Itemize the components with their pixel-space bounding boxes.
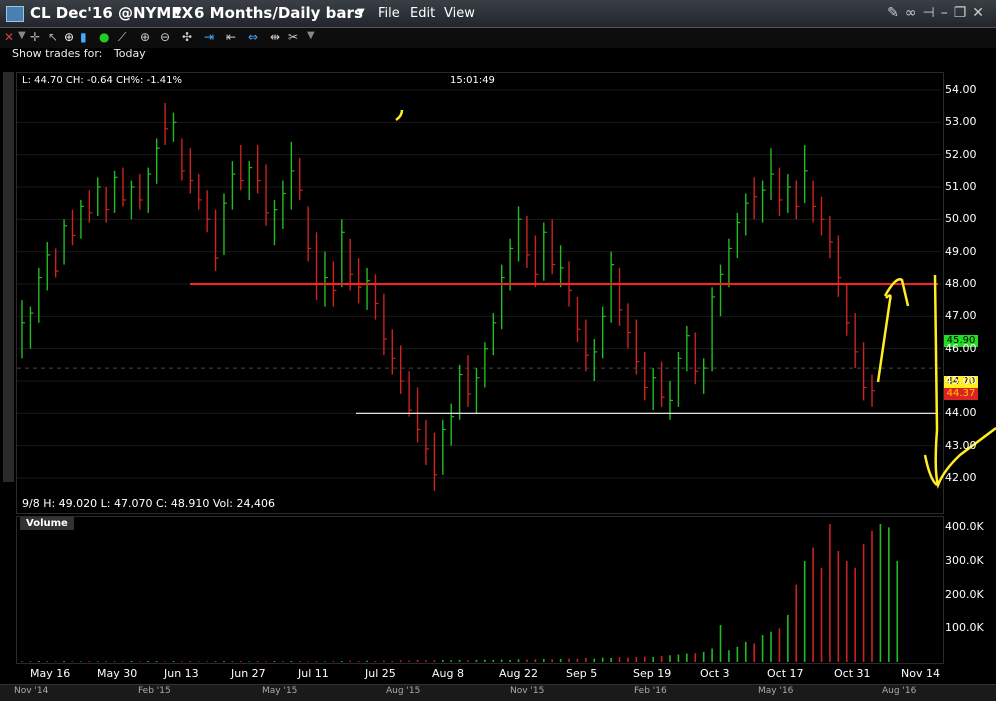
- navigator-label: May '15: [262, 686, 298, 696]
- fit-icon[interactable]: ✣: [182, 30, 192, 44]
- crosshair-move-icon[interactable]: ⊕: [64, 30, 74, 44]
- volume-label[interactable]: Volume: [20, 517, 74, 530]
- scroll-right-icon[interactable]: ⇥: [204, 30, 214, 44]
- price-axis-label: 43.00: [945, 438, 977, 452]
- date-axis-label: Jun 13: [164, 667, 199, 680]
- last-price-info: L: 44.70 CH: -0.64 CH%: -1.41%: [22, 75, 182, 86]
- volume-panel[interactable]: [16, 516, 944, 664]
- date-axis-label: Oct 31: [834, 667, 871, 680]
- show-trades-label: Show trades for:: [12, 47, 103, 60]
- link-icon[interactable]: ∞: [905, 5, 923, 21]
- date-axis-label: Sep 19: [633, 667, 672, 680]
- date-axis-label: May 30: [97, 667, 138, 680]
- navigator-label: Aug '16: [882, 686, 917, 696]
- date-axis-label: Sep 5: [566, 667, 598, 680]
- price-axis-label: 50.00: [945, 212, 977, 226]
- price-panel[interactable]: [16, 72, 944, 514]
- date-axis-label: Aug 22: [499, 667, 538, 680]
- show-trades-value[interactable]: Today: [114, 47, 146, 60]
- date-axis-label: Oct 17: [767, 667, 804, 680]
- price-axis-label: 51.00: [945, 180, 977, 193]
- menu-edit[interactable]: Edit: [410, 6, 435, 21]
- date-axis-label: Aug 8: [432, 667, 464, 680]
- draw-line-icon[interactable]: ⟋: [118, 30, 126, 45]
- zoom-out-icon[interactable]: ⊖: [160, 30, 170, 44]
- navigator-label: Nov '15: [510, 686, 545, 696]
- menu-view[interactable]: View: [444, 6, 475, 21]
- navigator-label: May '16: [758, 686, 794, 696]
- wrench-icon[interactable]: ✎: [887, 5, 905, 21]
- crosshair-icon[interactable]: ✛: [30, 30, 40, 44]
- navigator-label: Nov '14: [14, 686, 49, 696]
- navigator-label: Aug '15: [386, 686, 421, 696]
- volume-axis-label: 200.0K: [945, 587, 984, 601]
- expand-icon[interactable]: ⇔: [248, 30, 258, 44]
- volume-axis-label: 400.0K: [945, 520, 984, 534]
- compress-icon[interactable]: ⇹: [270, 30, 280, 44]
- show-trades: Show trades for: Today: [12, 47, 146, 60]
- minimize-icon[interactable]: –: [941, 5, 954, 21]
- price-tag-red: 44.37: [944, 388, 978, 400]
- date-axis-label: May 16: [30, 667, 71, 680]
- price-axis-label: 54.00: [945, 83, 977, 96]
- date-axis-label: Jul 25: [365, 667, 396, 680]
- title-bar: CL Dec'16 @NYMEX ▼ 6 Months/Daily bars ▼…: [0, 0, 996, 28]
- bar-info: 9/8 H: 49.020 L: 47.070 C: 48.910 Vol: 2…: [22, 497, 275, 510]
- scroll-left-icon[interactable]: ⇤: [226, 30, 236, 44]
- price-axis-label: 49.00: [945, 244, 977, 258]
- navigator-label: Feb '15: [138, 686, 171, 696]
- vertical-scrollbar[interactable]: [3, 72, 14, 482]
- tools-dropdown-icon[interactable]: ▼: [307, 30, 315, 41]
- pin-icon[interactable]: ⊣: [923, 5, 941, 21]
- tools-icon[interactable]: ✂: [288, 30, 298, 44]
- restore-icon[interactable]: ❐: [954, 5, 973, 21]
- price-axis-label: 53.00: [945, 115, 977, 129]
- date-axis-label: Jun 27: [231, 667, 266, 680]
- price-axis-label: 45.00: [945, 374, 977, 387]
- bar-type-icon[interactable]: ▮: [80, 30, 87, 44]
- price-axis-label: 46.00: [945, 341, 977, 355]
- volume-axis-label: 300.0K: [945, 554, 984, 568]
- price-axis-label: 44.00: [945, 406, 977, 420]
- price-axis-label: 42.00: [945, 471, 977, 484]
- period-dropdown-icon[interactable]: ▼: [357, 7, 365, 18]
- contract-dropdown-icon[interactable]: ▼: [174, 7, 182, 18]
- price-axis-label: 52.00: [945, 147, 977, 161]
- date-axis-label: Jul 11: [298, 667, 329, 680]
- price-axis-label: 48.00: [945, 277, 977, 290]
- menu-file[interactable]: File: [378, 6, 400, 21]
- price-axis-label: 47.00: [945, 309, 977, 323]
- period-title[interactable]: 6 Months/Daily bars: [194, 4, 363, 22]
- cursor-icon[interactable]: ↖: [48, 30, 58, 44]
- contract-title[interactable]: CL Dec'16 @NYMEX: [30, 4, 193, 22]
- toolbar-arrow-icon[interactable]: ▼: [18, 30, 26, 41]
- navigator-label: Feb '16: [634, 686, 667, 696]
- date-axis-label: Oct 3: [700, 667, 730, 680]
- close-x-icon[interactable]: ✕: [4, 30, 14, 44]
- close-icon[interactable]: ✕: [972, 5, 990, 21]
- dollar-icon[interactable]: ●: [99, 30, 109, 44]
- chart-toolbar: ✕ ▼ ✛ ↖ ⊕ ▮ ● ⟋ ⊕ ⊖ ✣ ⇥ ⇤ ⇔ ⇹ ✂ ▼: [0, 28, 996, 48]
- time-info: 15:01:49: [450, 75, 495, 86]
- zoom-in-icon[interactable]: ⊕: [140, 30, 150, 44]
- date-axis-label: Nov 14: [901, 667, 940, 680]
- volume-axis-label: 100.0K: [945, 621, 984, 635]
- chart-app-icon: [6, 6, 24, 22]
- window-controls: ✎∞⊣–❐✕: [887, 5, 990, 21]
